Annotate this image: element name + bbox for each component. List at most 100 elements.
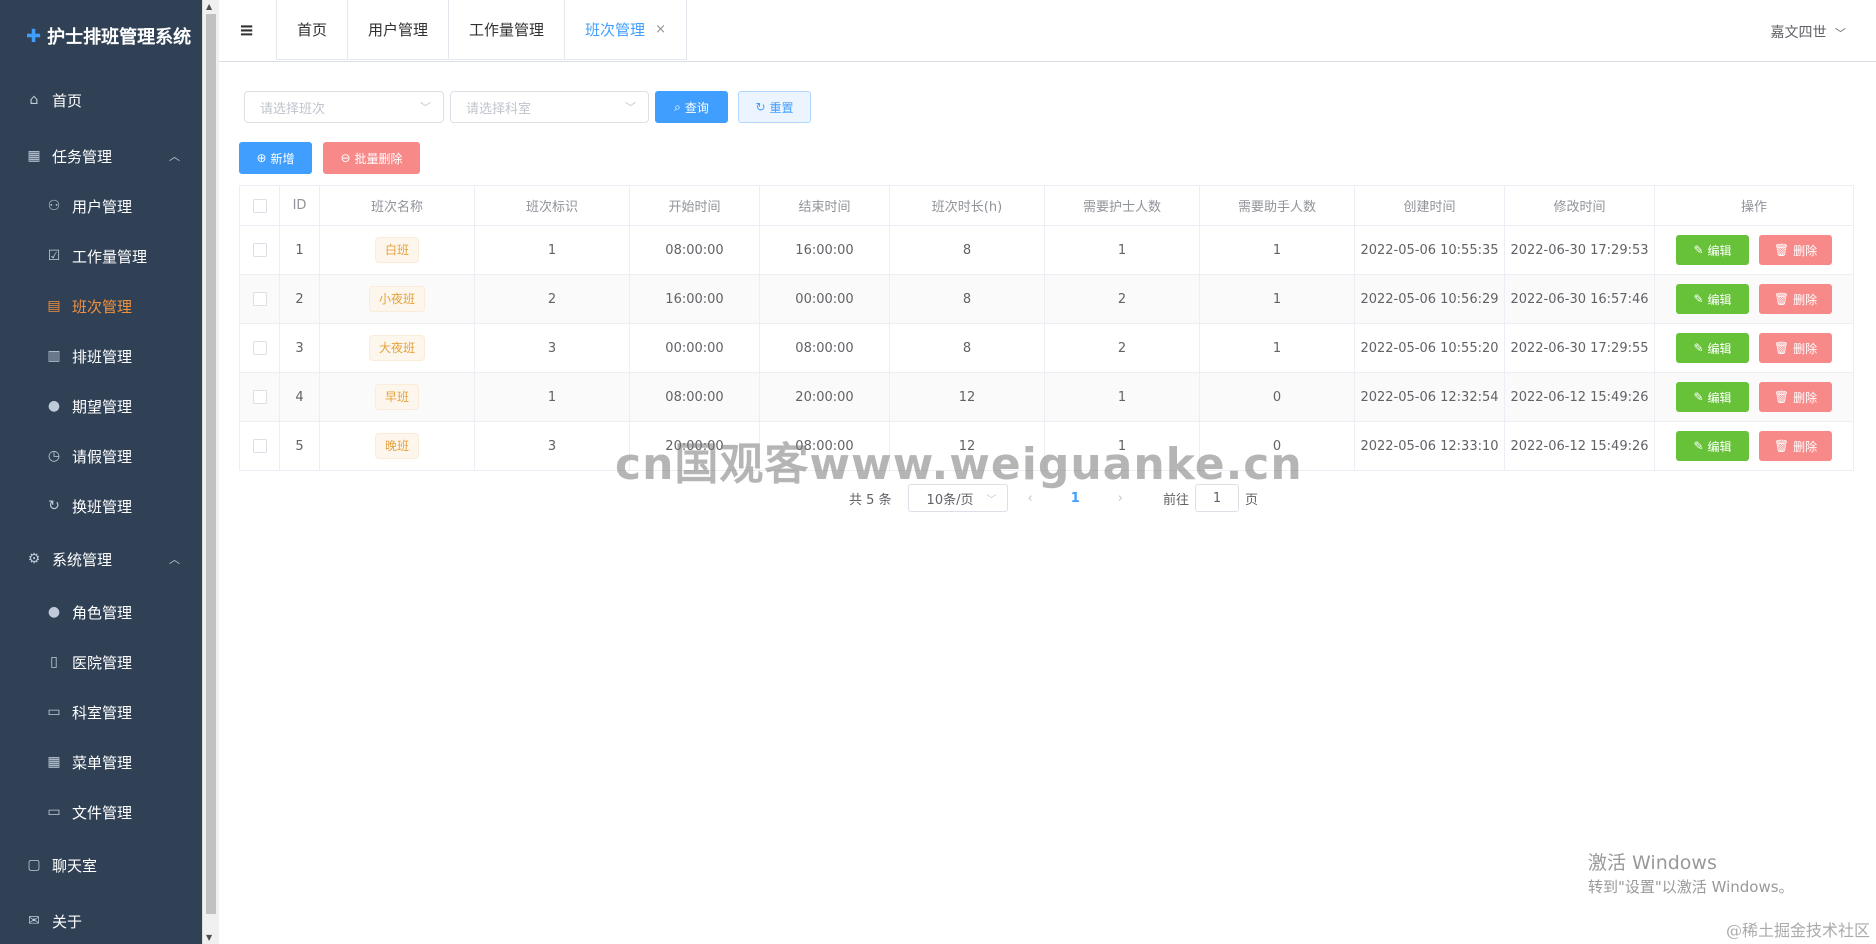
cell-start: 08:00:00	[629, 225, 760, 275]
close-icon[interactable]: ×	[655, 22, 666, 37]
sidebar-item-task-management[interactable]: ▦ 任务管理 ︿	[0, 131, 202, 181]
pencil-icon: ✎	[1693, 292, 1704, 306]
sidebar-item-schedule-management[interactable]: ▥ 排班管理	[0, 331, 202, 381]
sidebar-item-label: 菜单管理	[72, 753, 133, 772]
chevron-down-icon: ﹀	[986, 494, 997, 506]
cell-hours: 8	[889, 323, 1045, 373]
scrollbar-thumb[interactable]	[206, 14, 216, 914]
delete-button[interactable]: 🗑 删除	[1759, 284, 1832, 314]
cell-actions: ✎ 编辑 🗑 删除	[1654, 372, 1854, 422]
edit-button[interactable]: ✎ 编辑	[1676, 431, 1749, 461]
home-icon: ⌂	[29, 92, 39, 108]
sidebar-item-file-management[interactable]: ▭ 文件管理	[0, 787, 202, 837]
sidebar-item-label: 任务管理	[52, 147, 113, 166]
sidebar-item-about[interactable]: ✉ 关于	[0, 896, 202, 944]
cross-logo-icon: ✚	[26, 25, 42, 47]
sidebar-item-swap-management[interactable]: ↻ 换班管理	[0, 481, 202, 531]
cell-nurses: 2	[1044, 323, 1200, 373]
scroll-up-arrow-icon[interactable]: ▲	[206, 2, 212, 11]
prev-page-icon[interactable]: ‹	[1028, 491, 1033, 506]
tab-bar: 首页 用户管理 工作量管理 班次管理 ×	[276, 0, 687, 60]
cell-hours: 12	[889, 372, 1045, 422]
cell-nurses: 1	[1044, 225, 1200, 275]
column-header: 班次名称	[319, 185, 475, 226]
sidebar-item-expectation-management[interactable]: ● 期望管理	[0, 381, 202, 431]
edit-button[interactable]: ✎ 编辑	[1676, 284, 1749, 314]
sidebar-item-role-management[interactable]: ● 角色管理	[0, 587, 202, 637]
sidebar-item-label: 关于	[52, 912, 83, 931]
user-menu[interactable]: 嘉文四世 ﹀	[1771, 22, 1846, 42]
scroll-down-arrow-icon[interactable]: ▼	[206, 933, 212, 942]
sidebar-item-department-management[interactable]: ▭ 科室管理	[0, 687, 202, 737]
reset-button[interactable]: ↻ 重置	[738, 91, 811, 123]
location-icon: ●	[47, 398, 61, 414]
tab-workload-management[interactable]: 工作量管理	[449, 0, 566, 59]
sidebar-item-hospital-management[interactable]: ▯ 医院管理	[0, 637, 202, 687]
cell-name: 大夜班	[319, 323, 475, 373]
query-button[interactable]: ⌕ 查询	[655, 91, 728, 123]
sidebar-item-chat-room[interactable]: ▢ 聊天室	[0, 840, 202, 890]
clipboard-check-icon: ☑	[47, 248, 61, 264]
cell-name: 小夜班	[319, 274, 475, 324]
cell-start: 00:00:00	[629, 323, 760, 373]
sidebar-item-user-management[interactable]: ⚇ 用户管理	[0, 181, 202, 231]
row-checkbox-cell	[239, 421, 280, 471]
department-select[interactable]: 请选择科室 ﹀	[450, 91, 649, 123]
shift-select[interactable]: 请选择班次 ﹀	[244, 91, 444, 123]
building-icon: ▯	[50, 654, 58, 670]
cell-start: 08:00:00	[629, 372, 760, 422]
current-page[interactable]: 1	[1071, 491, 1080, 506]
tab-home[interactable]: 首页	[277, 0, 349, 59]
row-checkbox[interactable]	[252, 390, 267, 404]
sidebar-item-workload-management[interactable]: ☑ 工作量管理	[0, 231, 202, 281]
button-label: 编辑	[1707, 341, 1732, 356]
add-button[interactable]: ⊕ 新增	[239, 142, 312, 174]
column-header: 创建时间	[1354, 185, 1505, 226]
edit-button[interactable]: ✎ 编辑	[1676, 333, 1749, 363]
button-label: 删除	[1793, 341, 1818, 356]
row-checkbox-cell	[239, 372, 280, 422]
row-checkbox[interactable]	[252, 292, 267, 306]
site-watermark: cn国观客www.weiguanke.cn	[615, 439, 1303, 490]
windows-activation-title: 激活 Windows	[1588, 852, 1717, 874]
cell-modified: 2022-06-30 16:57:46	[1504, 274, 1655, 324]
delete-button[interactable]: 🗑 删除	[1759, 235, 1832, 265]
tab-shift-management[interactable]: 班次管理 ×	[565, 0, 686, 59]
delete-button[interactable]: 🗑 删除	[1759, 382, 1832, 412]
sidebar-item-system-management[interactable]: ⚙ 系统管理 ︿	[0, 534, 202, 584]
button-label: 编辑	[1707, 292, 1732, 307]
column-header: 开始时间	[629, 185, 760, 226]
sidebar-item-shift-management[interactable]: ▤ 班次管理	[0, 281, 202, 331]
cell-created: 2022-05-06 12:32:54	[1354, 372, 1505, 422]
sidebar-item-label: 换班管理	[72, 497, 133, 516]
row-checkbox[interactable]	[252, 439, 267, 453]
sidebar-item-menu-management[interactable]: ▦ 菜单管理	[0, 737, 202, 787]
delete-button[interactable]: 🗑 删除	[1759, 431, 1832, 461]
edit-button[interactable]: ✎ 编辑	[1676, 382, 1749, 412]
delete-button[interactable]: 🗑 删除	[1759, 333, 1832, 363]
filter-bar: 请选择班次 ﹀ 请选择科室 ﹀ ⌕ 查询 ↻ 重置	[244, 91, 811, 123]
next-page-icon[interactable]: ›	[1118, 491, 1123, 506]
sidebar-item-leave-management[interactable]: ◷ 请假管理	[0, 431, 202, 481]
hamburger-icon[interactable]: ≡	[239, 20, 254, 41]
tab-label: 用户管理	[368, 21, 429, 39]
cell-id: 3	[279, 323, 320, 373]
button-label: 新增	[270, 151, 295, 166]
cell-hours: 8	[889, 225, 1045, 275]
top-header: ≡ 首页 用户管理 工作量管理 班次管理 × 嘉文四世 ﹀	[219, 0, 1876, 62]
button-label: 查询	[684, 100, 709, 115]
tab-label: 工作量管理	[469, 21, 545, 39]
batch-delete-button[interactable]: ⊖ 批量删除	[323, 142, 420, 174]
row-checkbox[interactable]	[252, 243, 267, 257]
pencil-icon: ✎	[1693, 439, 1704, 453]
sidebar-scrollbar[interactable]: ▲ ▼	[202, 0, 219, 944]
sidebar-item-home[interactable]: ⌂ 首页	[0, 75, 202, 125]
cell-hours: 8	[889, 274, 1045, 324]
tab-label: 班次管理	[585, 21, 646, 39]
button-label: 编辑	[1707, 243, 1732, 258]
grid-icon: ▦	[27, 148, 41, 164]
row-checkbox[interactable]	[252, 341, 267, 355]
tab-user-management[interactable]: 用户管理	[348, 0, 450, 59]
select-all-checkbox[interactable]	[252, 198, 267, 213]
edit-button[interactable]: ✎ 编辑	[1676, 235, 1749, 265]
